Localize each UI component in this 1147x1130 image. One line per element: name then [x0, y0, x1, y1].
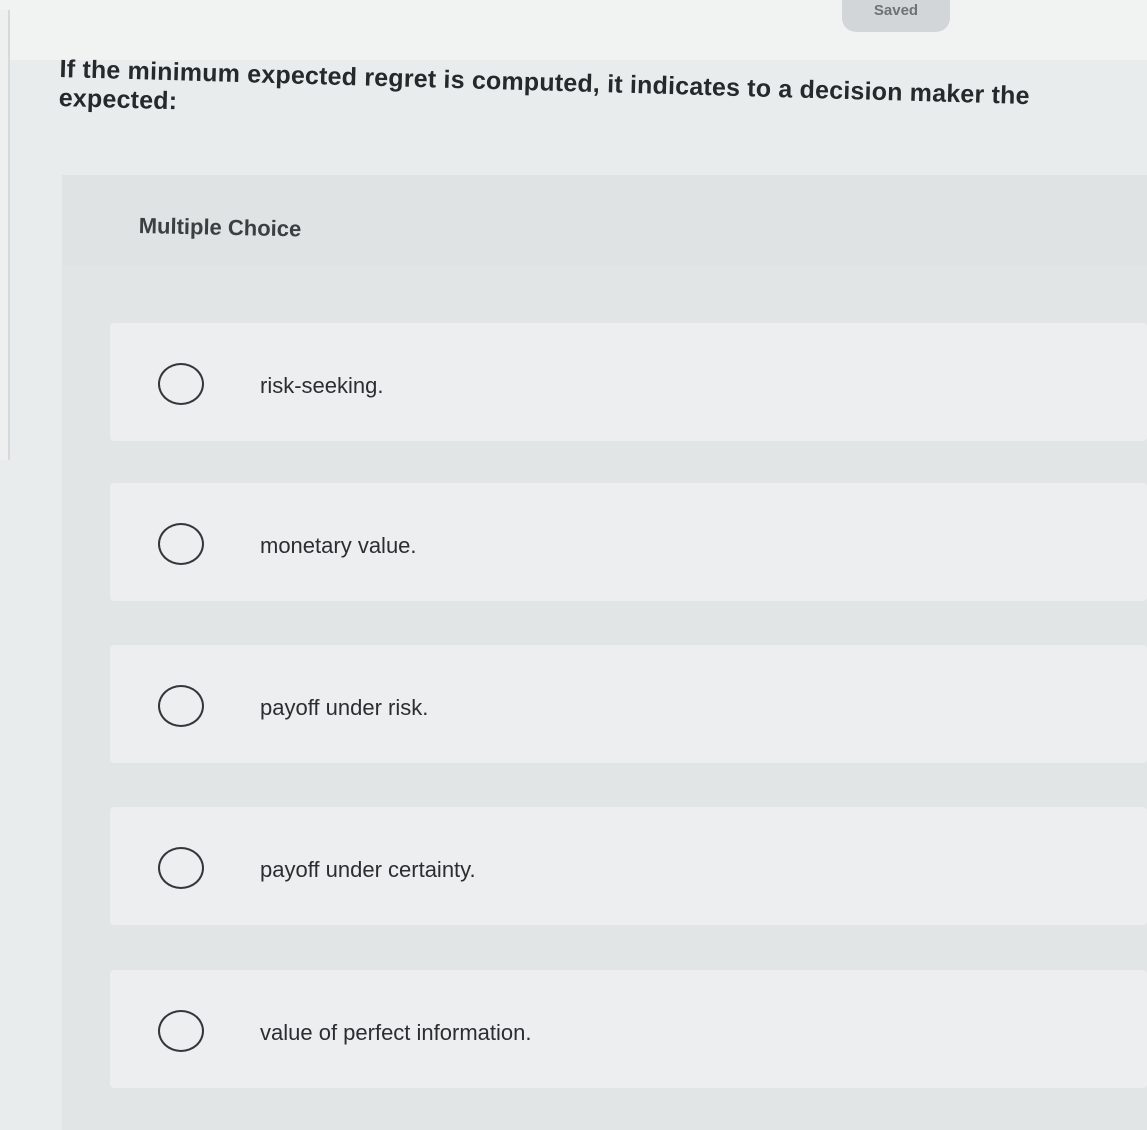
answer-option-label: payoff under certainty.: [260, 857, 476, 882]
answer-option-5[interactable]: value of perfect information.: [110, 970, 1147, 1088]
radio-button-icon[interactable]: [158, 1010, 204, 1052]
saved-status-badge: Saved: [842, 0, 950, 32]
radio-button-icon[interactable]: [158, 685, 204, 727]
left-panel-edge: [0, 10, 10, 460]
radio-button-icon[interactable]: [158, 847, 204, 889]
answer-option-1[interactable]: risk-seeking.: [110, 323, 1147, 441]
answer-option-2[interactable]: monetary value.: [110, 483, 1147, 601]
multiple-choice-header: Multiple Choice: [62, 175, 1147, 265]
top-bar: [0, 0, 1147, 60]
answer-option-3[interactable]: payoff under risk.: [110, 645, 1147, 763]
answer-option-label: value of perfect information.: [260, 1020, 532, 1045]
multiple-choice-label: Multiple Choice: [138, 213, 302, 242]
radio-button-icon[interactable]: [158, 523, 204, 565]
answer-option-4[interactable]: payoff under certainty.: [110, 807, 1147, 925]
radio-button-icon[interactable]: [158, 363, 204, 405]
question-text: If the minimum expected regret is comput…: [58, 55, 1031, 116]
answer-option-label: payoff under risk.: [260, 695, 429, 720]
answer-option-label: monetary value.: [260, 533, 417, 558]
answer-option-label: risk-seeking.: [260, 373, 384, 398]
multiple-choice-panel: Multiple Choice risk-seeking. monetary v…: [62, 175, 1147, 1130]
